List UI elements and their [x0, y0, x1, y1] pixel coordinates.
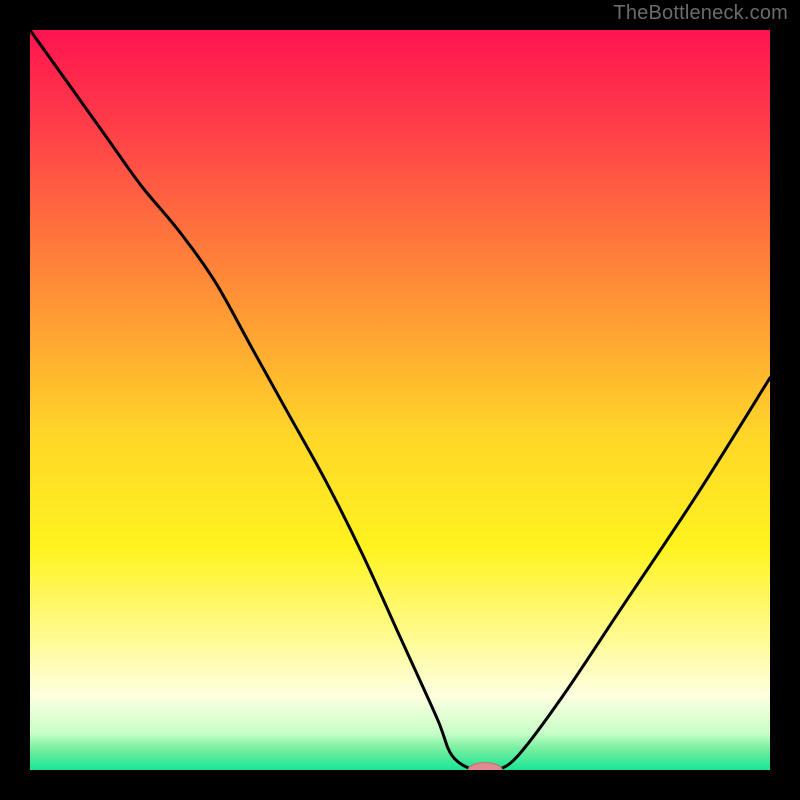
gradient-background — [30, 30, 770, 770]
plot-svg — [30, 30, 770, 770]
watermark-text: TheBottleneck.com — [613, 2, 788, 25]
chart-frame: TheBottleneck.com — [0, 0, 800, 800]
plot-area — [30, 30, 770, 770]
